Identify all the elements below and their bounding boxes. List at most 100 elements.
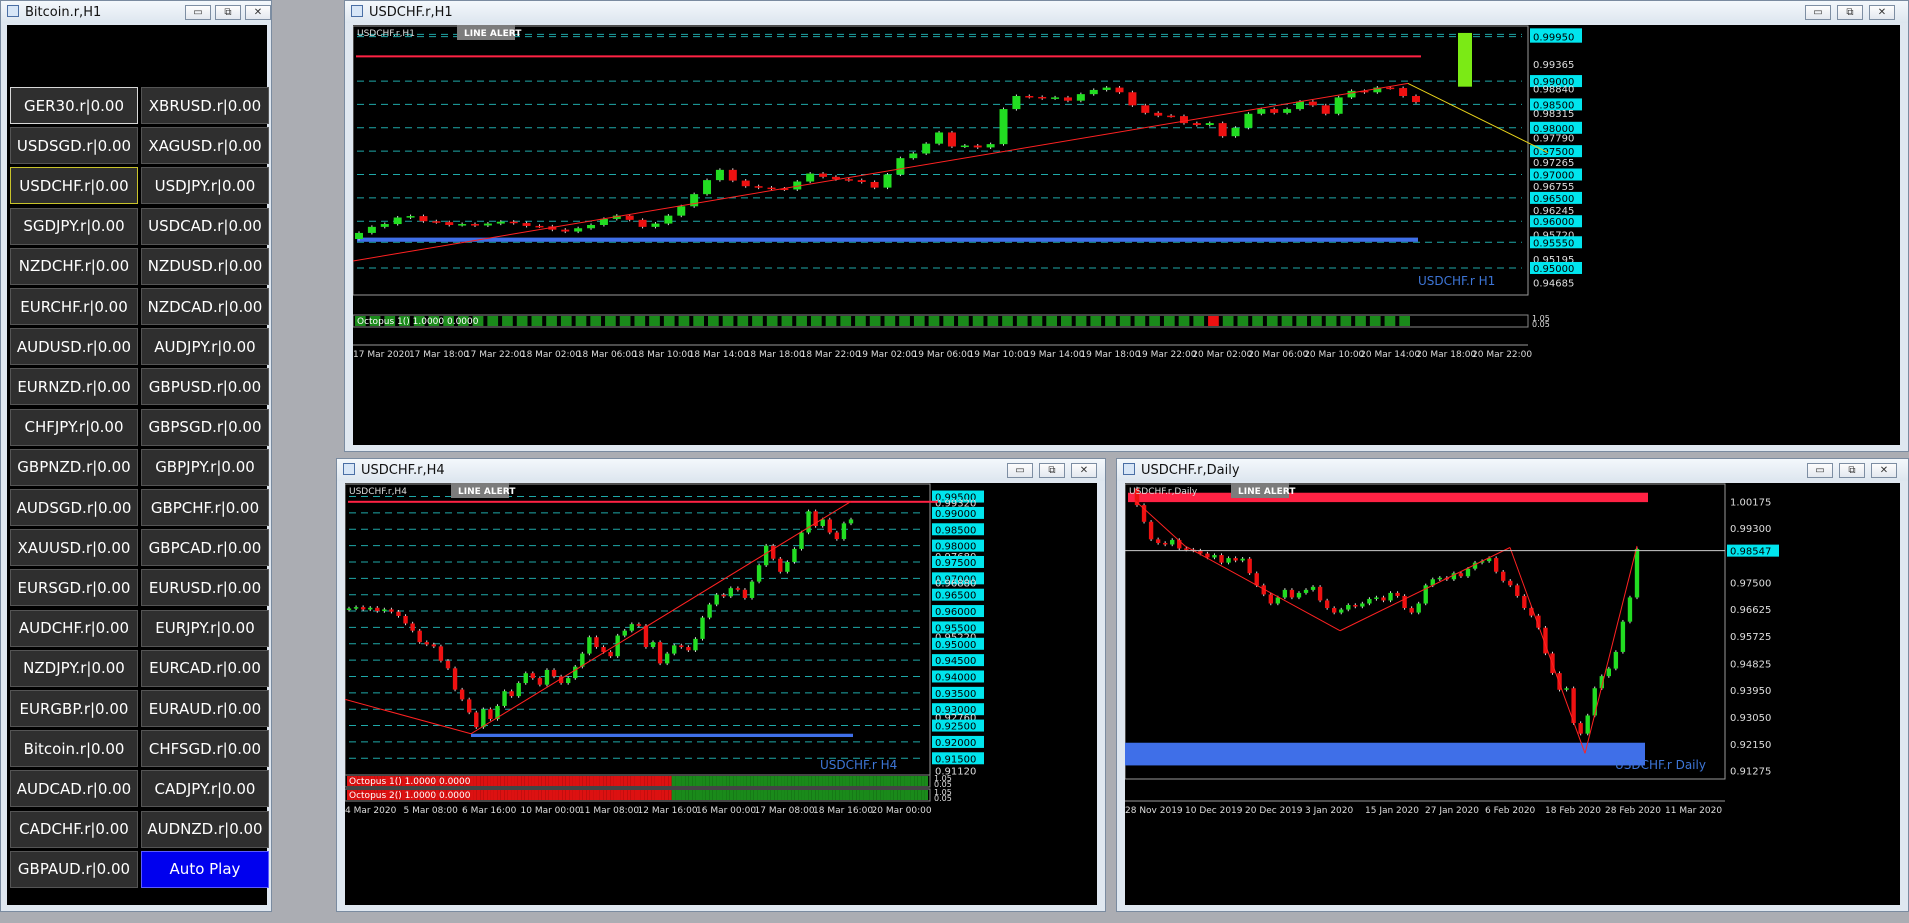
candle-body bbox=[355, 232, 363, 240]
symbol-button-usdsgd-r[interactable]: USDSGD.r|0.00 bbox=[10, 127, 138, 165]
price-axis-label: 0.95725 bbox=[1730, 632, 1771, 643]
symbol-button-cadjpy-r[interactable]: CADJPY.r|0.00 bbox=[141, 770, 269, 808]
chart-watermark: USDCHF.r H4 bbox=[820, 758, 897, 772]
indicator-bar bbox=[531, 316, 543, 326]
symbol-button-chfsgd-r[interactable]: CHFSGD.r|0.00 bbox=[141, 730, 269, 768]
price-chart-daily[interactable]: 1.00175 0.99300 0.98547 0.97500 0.96625 0.957… bbox=[1124, 482, 1902, 907]
candle-body bbox=[1192, 123, 1201, 125]
price-axis-label: 0.93950 bbox=[1730, 686, 1771, 697]
close-button[interactable]: ✕ bbox=[1869, 5, 1895, 20]
symbol-button-nzdcad-r[interactable]: NZDCAD.r|0.00 bbox=[141, 288, 269, 325]
candle-body bbox=[1170, 539, 1175, 545]
restore-button[interactable]: ⧉ bbox=[215, 5, 241, 20]
symbol-button-nzdjpy-r[interactable]: NZDJPY.r|0.00 bbox=[10, 649, 138, 687]
symbol-button-audusd-r[interactable]: AUDUSD.r|0.00 bbox=[10, 328, 138, 366]
symbol-button-xbrusd-r[interactable]: XBRUSD.r|0.00 bbox=[141, 87, 269, 124]
candle-body bbox=[1416, 603, 1421, 613]
minimize-button[interactable]: ▭ bbox=[185, 5, 211, 20]
indicator-bar bbox=[640, 776, 645, 786]
symbol-button-sgdjpy-r[interactable]: SGDJPY.r|0.00 bbox=[10, 207, 138, 245]
candle-body bbox=[785, 561, 790, 572]
candle-body bbox=[721, 594, 726, 597]
price-tag-label: 0.91500 bbox=[935, 754, 976, 765]
symbol-button-audsgd-r[interactable]: AUDSGD.r|0.00 bbox=[10, 489, 138, 526]
symbol-button-audjpy-r[interactable]: AUDJPY.r|0.00 bbox=[141, 328, 269, 366]
symbol-button-gbpcad-r[interactable]: GBPCAD.r|0.00 bbox=[141, 529, 269, 567]
symbol-button-eurusd-r[interactable]: EURUSD.r|0.00 bbox=[141, 569, 269, 607]
symbol-button-eursgd-r[interactable]: EURSGD.r|0.00 bbox=[10, 569, 138, 607]
candle-body bbox=[935, 132, 944, 144]
symbol-button-nzdchf-r[interactable]: NZDCHF.r|0.00 bbox=[10, 247, 138, 285]
restore-button[interactable]: ⧉ bbox=[1837, 5, 1863, 20]
symbol-button-gbpsgd-r[interactable]: GBPSGD.r|0.00 bbox=[141, 408, 269, 446]
symbol-button-nzdusd-r[interactable]: NZDUSD.r|0.00 bbox=[141, 247, 269, 285]
chart-area-daily[interactable]: 1.00175 0.99300 0.98547 0.97500 0.96625 0.957… bbox=[1124, 482, 1902, 907]
symbol-button-eurcad-r[interactable]: EURCAD.r|0.00 bbox=[141, 649, 269, 687]
time-axis-label: 10 Mar 00:00 bbox=[521, 806, 581, 816]
candle-body bbox=[1564, 688, 1569, 690]
symbol-button-usdcad-r[interactable]: USDCAD.r|0.00 bbox=[141, 207, 269, 245]
price-tag-label: 0.99000 bbox=[935, 509, 976, 520]
symbol-button-usdchf-r[interactable]: USDCHF.r|0.00 bbox=[10, 167, 138, 205]
indicator-bar bbox=[781, 776, 785, 786]
auto-play-button[interactable]: Auto Play bbox=[141, 850, 269, 888]
symbol-button-gbpjpy-r[interactable]: GBPJPY.r|0.00 bbox=[141, 448, 269, 486]
price-chart-h4[interactable]: 0.995000.993200.990000.985000.980000.976… bbox=[344, 482, 1099, 907]
resistance-zone bbox=[356, 55, 1421, 58]
symbol-button-eurjpy-r[interactable]: EURJPY.r|0.00 bbox=[141, 609, 269, 647]
symbol-button-ger30-r[interactable]: GER30.r|0.00 bbox=[10, 87, 138, 124]
symbol-button-xagusd-r[interactable]: XAGUSD.r|0.00 bbox=[141, 127, 269, 165]
symbol-button-gbpchf-r[interactable]: GBPCHF.r|0.00 bbox=[141, 489, 269, 526]
time-axis-label: 20 Mar 10:00 bbox=[1304, 350, 1364, 360]
candle-body bbox=[1374, 597, 1379, 599]
symbol-button-audnzd-r[interactable]: AUDNZD.r|0.00 bbox=[141, 810, 269, 848]
symbol-button-audchf-r[interactable]: AUDCHF.r|0.00 bbox=[10, 609, 138, 647]
indicator-label: Octopus 1() 1.0000 0.0000 bbox=[349, 777, 471, 787]
symbol-button-audcad-r[interactable]: AUDCAD.r|0.00 bbox=[10, 770, 138, 808]
candle-body bbox=[1218, 123, 1227, 137]
close-button[interactable]: ✕ bbox=[1071, 463, 1097, 478]
close-button[interactable]: ✕ bbox=[1871, 463, 1897, 478]
candle-body bbox=[1240, 558, 1245, 561]
minimize-button[interactable]: ▭ bbox=[1007, 463, 1033, 478]
minimize-button[interactable]: ▭ bbox=[1805, 5, 1831, 20]
indicator-bar bbox=[606, 776, 611, 786]
candle-body bbox=[1458, 573, 1464, 577]
symbol-button-gbpaud-r[interactable]: GBPAUD.r|0.00 bbox=[10, 850, 138, 888]
candle-body bbox=[1347, 90, 1356, 98]
symbol-button-chfjpy-r[interactable]: CHFJPY.r|0.00 bbox=[10, 408, 138, 446]
price-chart-h1[interactable]: 1.000000.999500.993650.990000.988400.985… bbox=[352, 24, 1902, 447]
symbol-button-gbpusd-r[interactable]: GBPUSD.r|0.00 bbox=[141, 368, 269, 406]
symbol-button-bitcoin-r[interactable]: Bitcoin.r|0.00 bbox=[10, 730, 138, 768]
restore-button[interactable]: ⧉ bbox=[1039, 463, 1065, 478]
symbol-button-eurchf-r[interactable]: EURCHF.r|0.00 bbox=[10, 288, 138, 325]
indicator-bar bbox=[575, 790, 580, 800]
indicator-bar bbox=[869, 316, 881, 326]
indicator-bar bbox=[671, 776, 676, 786]
chart-area-h1[interactable]: 1.000000.999500.993650.990000.988400.985… bbox=[352, 24, 1902, 447]
time-axis-label: 15 Jan 2020 bbox=[1365, 806, 1419, 816]
candle-body bbox=[622, 630, 627, 636]
window-titlebar[interactable]: Bitcoin.r,H1 ▭ ⧉ ✕ bbox=[1, 1, 271, 23]
minimize-button[interactable]: ▭ bbox=[1807, 463, 1833, 478]
close-button[interactable]: ✕ bbox=[245, 5, 271, 20]
symbol-button-eurgbp-r[interactable]: EURGBP.r|0.00 bbox=[10, 690, 138, 727]
restore-button[interactable]: ⧉ bbox=[1839, 463, 1865, 478]
candle-body bbox=[467, 699, 472, 713]
symbol-button-xauusd-r[interactable]: XAUUSD.r|0.00 bbox=[10, 529, 138, 567]
candle-body bbox=[1247, 558, 1252, 574]
window-titlebar[interactable]: USDCHF.r,H1 ▭ ⧉ ✕ bbox=[345, 1, 1908, 23]
window-titlebar[interactable]: USDCHF.r,Daily ▭ ⧉ ✕ bbox=[1117, 459, 1908, 481]
time-axis-label: 17 Mar 08:00 bbox=[755, 806, 815, 816]
chart-area-h4[interactable]: 0.995000.993200.990000.985000.980000.976… bbox=[344, 482, 1099, 907]
indicator-bar bbox=[627, 776, 631, 786]
symbol-button-gbpnzd-r[interactable]: GBPNZD.r|0.00 bbox=[10, 448, 138, 486]
window-titlebar[interactable]: USDCHF.r,H4 ▭ ⧉ ✕ bbox=[337, 459, 1105, 481]
symbol-button-eurnzd-r[interactable]: EURNZD.r|0.00 bbox=[10, 368, 138, 406]
symbol-button-usdjpy-r[interactable]: USDJPY.r|0.00 bbox=[141, 167, 269, 205]
candle-body bbox=[664, 215, 673, 224]
price-axis-label: 0.93050 bbox=[1730, 713, 1771, 724]
symbol-button-cadchf-r[interactable]: CADCHF.r|0.00 bbox=[10, 810, 138, 848]
symbol-button-euraud-r[interactable]: EURAUD.r|0.00 bbox=[141, 690, 269, 727]
candle-body bbox=[1167, 115, 1176, 118]
